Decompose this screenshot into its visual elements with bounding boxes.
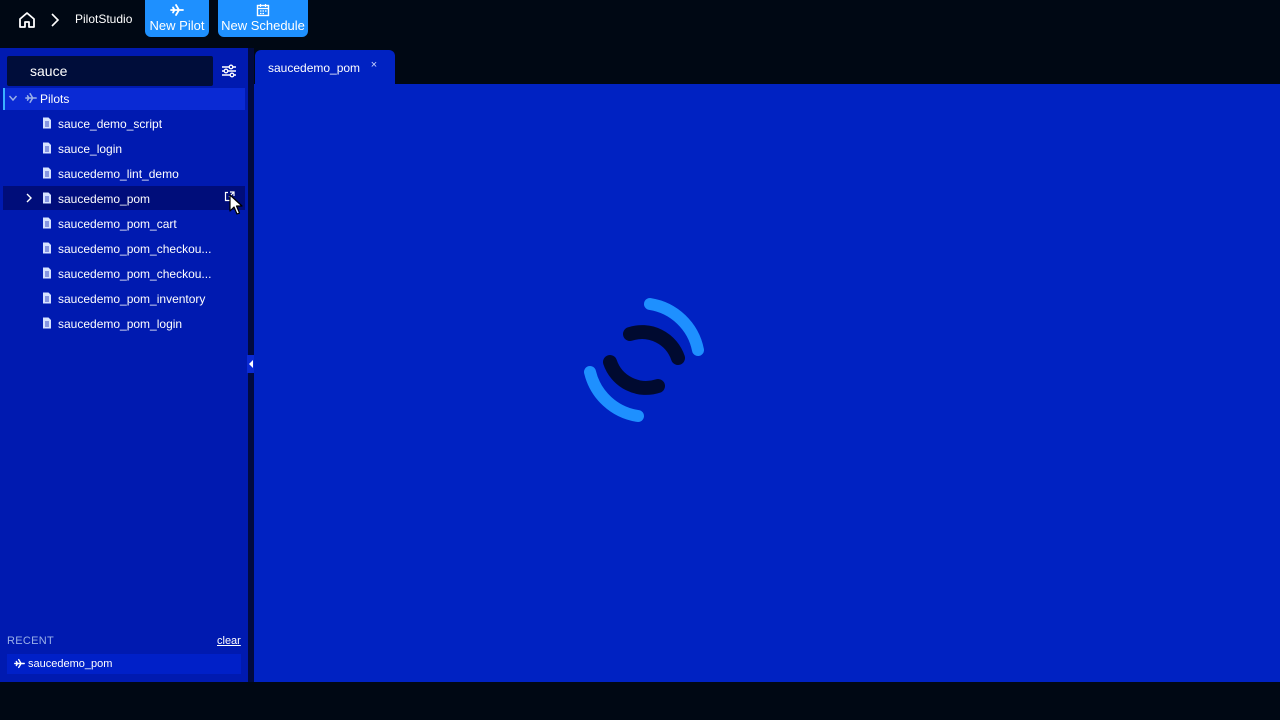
tab-saucedemo-pom[interactable]: saucedemo_pom ×: [255, 50, 395, 84]
recent-heading: RECENT: [7, 635, 55, 647]
document-icon: [43, 192, 51, 204]
document-icon: [43, 292, 51, 304]
search-input[interactable]: [7, 56, 213, 86]
pilot-list-item-label: saucedemo_pom_inventory: [58, 292, 206, 306]
new-schedule-button[interactable]: New Schedule: [218, 0, 308, 37]
sidebar: Pilots sauce_demo_script sauce_loginsauce…: [0, 48, 248, 682]
pilot-list-item[interactable]: saucedemo_pom: [3, 186, 245, 210]
mouse-cursor-icon: [229, 194, 243, 215]
document-icon: [43, 142, 51, 154]
close-icon[interactable]: ×: [368, 59, 380, 73]
pilot-list-item-label: saucedemo_pom_login: [58, 317, 183, 331]
pilot-list-item-label: sauce_demo_script: [58, 117, 163, 131]
editor-tabs: saucedemo_pom ×: [254, 48, 1280, 84]
plane-icon: [25, 92, 37, 104]
home-icon[interactable]: [18, 11, 36, 29]
new-schedule-label: New Schedule: [221, 18, 305, 33]
recent-clear-link[interactable]: clear: [217, 635, 241, 647]
tree-root-pilots[interactable]: Pilots: [3, 88, 245, 110]
document-icon: [43, 317, 51, 329]
document-icon: [43, 167, 51, 179]
chevron-right-icon: [51, 13, 60, 27]
pilot-list-item-label: saucedemo_pom: [58, 192, 151, 206]
loading-spinner-icon: [584, 298, 704, 422]
pilot-list-item-label: sauce_login: [58, 142, 123, 156]
new-pilot-label: New Pilot: [149, 18, 205, 33]
pilot-list-item-label: saucedemo_pom_checkou...: [58, 242, 212, 256]
chevron-down-icon[interactable]: [8, 93, 18, 103]
tree-root-label: Pilots: [40, 92, 70, 106]
pilot-list-item[interactable]: saucedemo_pom_checkou...: [3, 261, 245, 285]
pilot-list-item[interactable]: sauce_login: [3, 136, 245, 160]
document-icon: [43, 217, 51, 229]
pilot-list-item[interactable]: saucedemo_pom_login: [3, 311, 245, 335]
editor-content: [254, 84, 1280, 682]
breadcrumb-app[interactable]: PilotStudio: [75, 12, 132, 26]
document-icon: [43, 242, 51, 254]
pilot-list-item[interactable]: sauce_demo_script: [3, 111, 245, 135]
recent-item-label: saucedemo_pom: [28, 658, 113, 670]
plane-icon: [14, 658, 25, 669]
pilot-list-item[interactable]: saucedemo_lint_demo: [3, 161, 245, 185]
pilot-list-item[interactable]: saucedemo_pom_cart: [3, 211, 245, 235]
pilot-list-item[interactable]: saucedemo_pom_checkou...: [3, 236, 245, 260]
tab-label: saucedemo_pom: [268, 61, 361, 75]
pilot-list-item[interactable]: saucedemo_pom_inventory: [3, 286, 245, 310]
calendar-icon: [218, 0, 308, 18]
top-bar: PilotStudio New Pilot New Schedule: [0, 0, 1280, 48]
pilot-list-item-label: saucedemo_pom_checkou...: [58, 267, 212, 281]
status-bar: [0, 682, 1280, 720]
new-pilot-button[interactable]: New Pilot: [145, 0, 209, 37]
document-icon: [43, 267, 51, 279]
pilot-list-item-label: saucedemo_pom_cart: [58, 217, 177, 231]
recent-item[interactable]: saucedemo_pom: [7, 654, 241, 674]
filter-settings-icon[interactable]: [218, 61, 240, 81]
document-icon: [43, 117, 51, 129]
plane-icon: [145, 0, 209, 18]
chevron-right-icon[interactable]: [25, 193, 33, 203]
search-box: [7, 56, 213, 86]
pilot-list-item-label: saucedemo_lint_demo: [58, 167, 179, 181]
